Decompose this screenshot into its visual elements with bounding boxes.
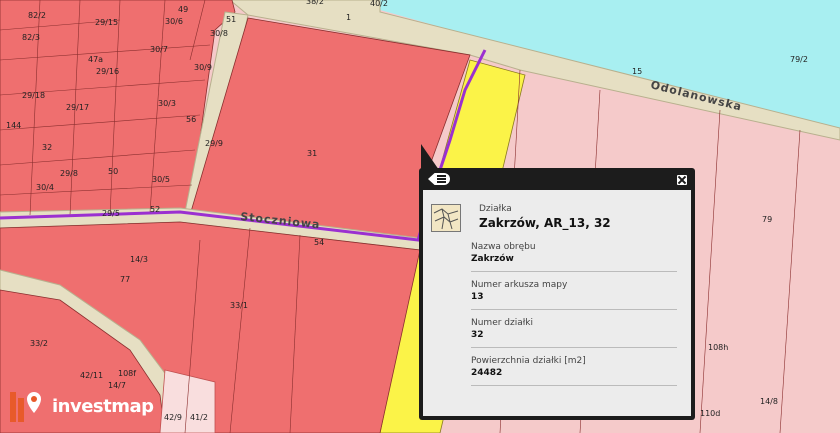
parcel-number-label: 29/8 xyxy=(60,169,78,178)
parcel-number-label: 82/3 xyxy=(22,33,40,42)
divider xyxy=(471,271,677,272)
parcel-number-label: 31 xyxy=(307,149,317,158)
field-value: 24482 xyxy=(471,368,503,378)
parcel-number-label: 110d xyxy=(700,409,720,418)
logo-text: investmap xyxy=(52,396,154,417)
parcel-info-popup: Działka Zakrzów, AR_13, 32 Nazwa obrębu … xyxy=(419,168,695,420)
parcel-number-label: 144 xyxy=(6,121,21,130)
popup-title: Zakrzów, AR_13, 32 xyxy=(479,216,611,230)
parcel-number-label: 14/8 xyxy=(760,397,778,406)
parcel-number-label: 41/2 xyxy=(190,413,208,422)
parcel-number-label: 79/2 xyxy=(790,55,808,64)
parcel-number-label: 29/17 xyxy=(66,103,89,112)
parcel-number-label: 30/7 xyxy=(150,45,168,54)
investmap-logo[interactable]: investmap xyxy=(8,388,158,426)
field-key: Nazwa obrębu xyxy=(471,242,536,252)
parcel-number-label: 42/11 xyxy=(80,371,103,380)
parcel-number-label: 30/3 xyxy=(158,99,176,108)
parcel-number-label: 33/1 xyxy=(230,301,248,310)
field-numer-dzialki: Numer działki 32 xyxy=(471,318,677,348)
field-powierzchnia: Powierzchnia działki [m2] 24482 xyxy=(471,356,677,386)
parcel-number-label: 30/5 xyxy=(152,175,170,184)
parcel-number-label: 1 xyxy=(346,13,351,22)
parcel-number-label: 56 xyxy=(186,115,196,124)
field-value: 32 xyxy=(471,330,484,340)
parcel-number-label: 30/9 xyxy=(194,63,212,72)
parcel-number-label: 42/9 xyxy=(164,413,182,422)
parcel-number-label: 77 xyxy=(120,275,130,284)
popup-type-label: Działka xyxy=(479,204,512,214)
divider xyxy=(471,385,677,386)
popup-pointer xyxy=(421,144,439,170)
field-key: Numer arkusza mapy xyxy=(471,280,568,290)
field-value: 13 xyxy=(471,292,484,302)
parcel-number-label: 38/2 xyxy=(306,0,324,6)
parcel-number-label: 54 xyxy=(314,238,324,247)
field-value: Zakrzów xyxy=(471,254,514,264)
parcel-number-label: 52 xyxy=(150,205,160,214)
field-key: Numer działki xyxy=(471,318,534,328)
field-nazwa-obrebu: Nazwa obrębu Zakrzów xyxy=(471,242,677,272)
parcel-number-label: 108f xyxy=(118,369,136,378)
field-numer-arkusza: Numer arkusza mapy 13 xyxy=(471,280,677,310)
parcel-number-label: 14/3 xyxy=(130,255,148,264)
parcel-number-label: 29/5 xyxy=(102,209,120,218)
close-icon[interactable] xyxy=(677,175,687,185)
list-icon[interactable] xyxy=(428,173,450,185)
parcel-number-label: 108h xyxy=(708,343,728,352)
divider xyxy=(471,309,677,310)
parcel-number-label: 30/6 xyxy=(165,17,183,26)
parcel-number-label: 15 xyxy=(632,67,642,76)
parcel-number-label: 47a xyxy=(88,55,103,64)
parcel-number-label: 40/2 xyxy=(370,0,388,8)
parcel-number-label: 82/2 xyxy=(28,11,46,20)
parcel-number-label: 30/4 xyxy=(36,183,54,192)
parcel-number-label: 29/15 xyxy=(95,18,118,27)
parcel-number-label: 29/18 xyxy=(22,91,45,100)
parcel-number-label: 29/16 xyxy=(96,67,119,76)
parcel-number-label: 50 xyxy=(108,167,118,176)
popup-header xyxy=(419,168,695,190)
popup-body: Działka Zakrzów, AR_13, 32 Nazwa obrębu … xyxy=(423,190,691,416)
parcel-number-label: 51 xyxy=(226,15,236,24)
parcel-number-label: 33/2 xyxy=(30,339,48,348)
parcel-icon xyxy=(431,204,461,232)
parcel-number-label: 32 xyxy=(42,143,52,152)
parcel-number-label: 49 xyxy=(178,5,188,14)
field-key: Powierzchnia działki [m2] xyxy=(471,356,586,366)
parcel-number-label: 29/9 xyxy=(205,139,223,148)
divider xyxy=(471,347,677,348)
parcel-number-label: 79 xyxy=(762,215,772,224)
parcel-number-label: 30/8 xyxy=(210,29,228,38)
